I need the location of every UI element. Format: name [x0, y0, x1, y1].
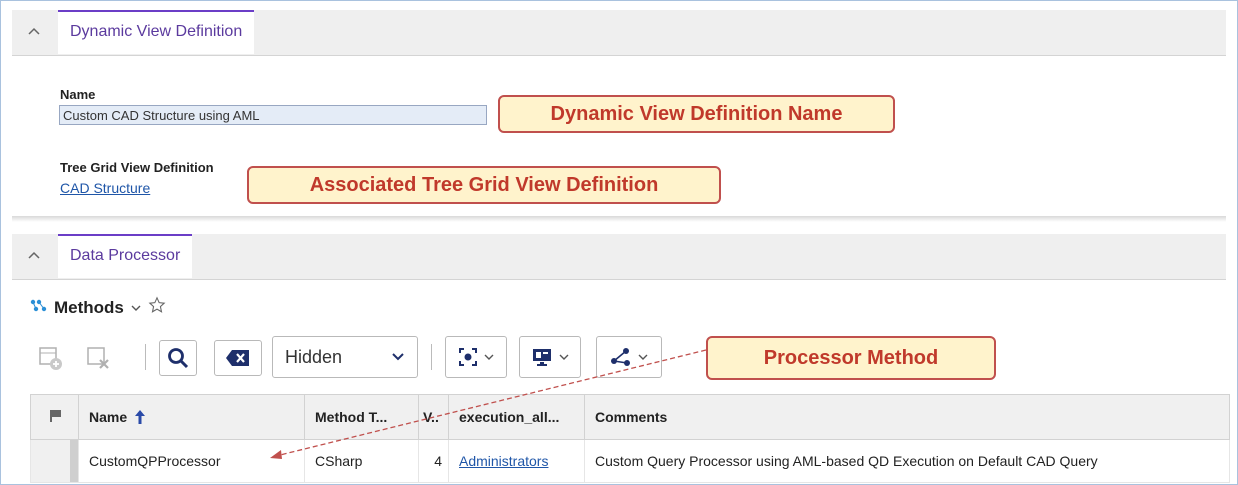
callout-arrow — [270, 349, 707, 459]
